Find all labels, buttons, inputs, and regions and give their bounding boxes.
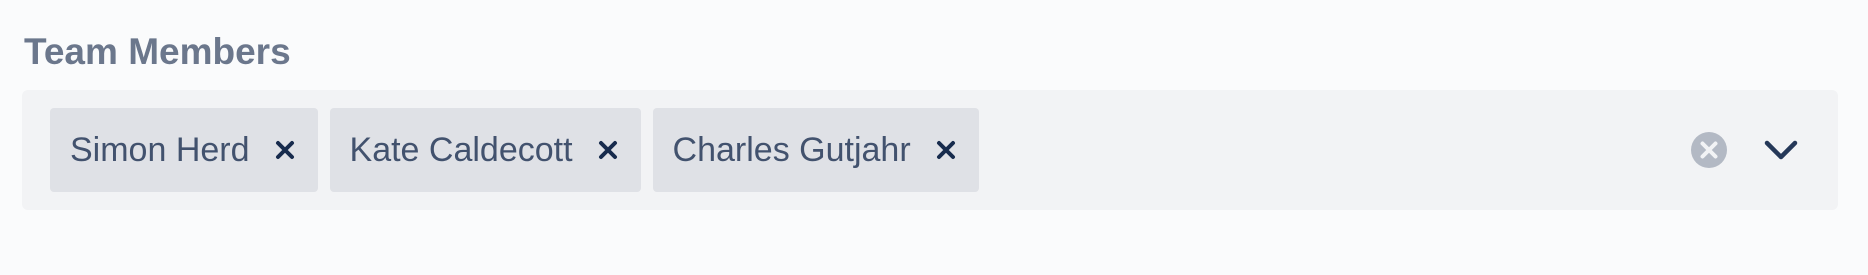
team-members-field: Team Members Simon Herd Kate Caldecott C… — [22, 30, 1838, 210]
close-icon — [275, 141, 294, 159]
tag-remove-button[interactable] — [270, 135, 300, 165]
chevron-down-icon — [1764, 140, 1798, 160]
tag-remove-button[interactable] — [593, 135, 623, 165]
multi-select-control[interactable]: Simon Herd Kate Caldecott Charles Gutjah… — [22, 90, 1838, 210]
tag-remove-button[interactable] — [931, 135, 961, 165]
control-indicators — [1690, 131, 1800, 169]
selected-tag: Simon Herd — [50, 108, 318, 192]
close-icon — [936, 141, 955, 159]
tag-label: Simon Herd — [70, 130, 250, 169]
selected-tag: Kate Caldecott — [329, 108, 641, 192]
field-label: Team Members — [24, 31, 291, 72]
clear-circle-icon — [1691, 132, 1727, 168]
clear-all-button[interactable] — [1690, 131, 1728, 169]
selected-tags: Simon Herd Kate Caldecott Charles Gutjah… — [50, 108, 1690, 192]
selected-tag: Charles Gutjahr — [652, 108, 979, 192]
tag-label: Kate Caldecott — [349, 130, 573, 169]
dropdown-toggle-button[interactable] — [1762, 131, 1800, 169]
close-icon — [598, 141, 617, 159]
tag-label: Charles Gutjahr — [672, 130, 911, 169]
